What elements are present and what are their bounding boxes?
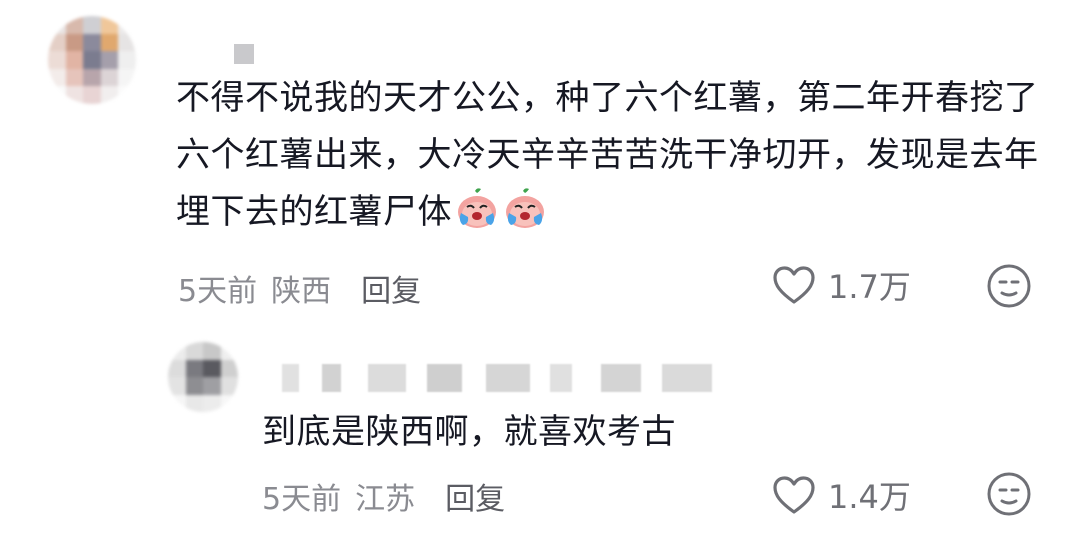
reply-button[interactable]: 回复 [361,266,421,310]
reply-like-count: 1.4万 [828,478,911,516]
reply-location: 江苏 [355,482,416,517]
smiley-face-icon[interactable] [986,471,1032,517]
reply-avatar[interactable] [168,342,238,412]
smiley-face-icon[interactable] [986,263,1032,309]
comment-text: 不得不说我的天才公公，种了六个红薯，第二年开春挖了六个红薯出来，大冷天辛辛苦苦洗… [176,78,1039,232]
comment-time: 5天前 [178,274,258,309]
reply-reply-button[interactable]: 回复 [445,474,505,518]
like-button[interactable]: 1.7万 [772,262,911,308]
reply-like-button[interactable]: 1.4万 [772,472,911,518]
comment-thread: 不得不说我的天才公公，种了六个红薯，第二年开春挖了六个红薯出来，大冷天辛辛苦苦洗… [0,0,1080,537]
reply-text: 到底是陕西啊，就喜欢考古 [262,412,676,452]
crying-sweet-potato-emoji [506,188,544,228]
reply-meta: 5天前 江苏 回复 [262,474,505,518]
reply-username-censored[interactable] [282,364,712,392]
heart-outline-icon [773,266,815,304]
heart-outline-icon [773,476,815,514]
avatar[interactable] [48,16,136,104]
like-count: 1.7万 [828,268,911,306]
crying-sweet-potato-emoji [458,188,496,228]
comment-meta: 5天前 陕西 回复 [178,266,421,310]
comment-location: 陕西 [271,274,332,309]
username-censored[interactable] [234,44,254,64]
reply-time: 5天前 [262,482,342,517]
